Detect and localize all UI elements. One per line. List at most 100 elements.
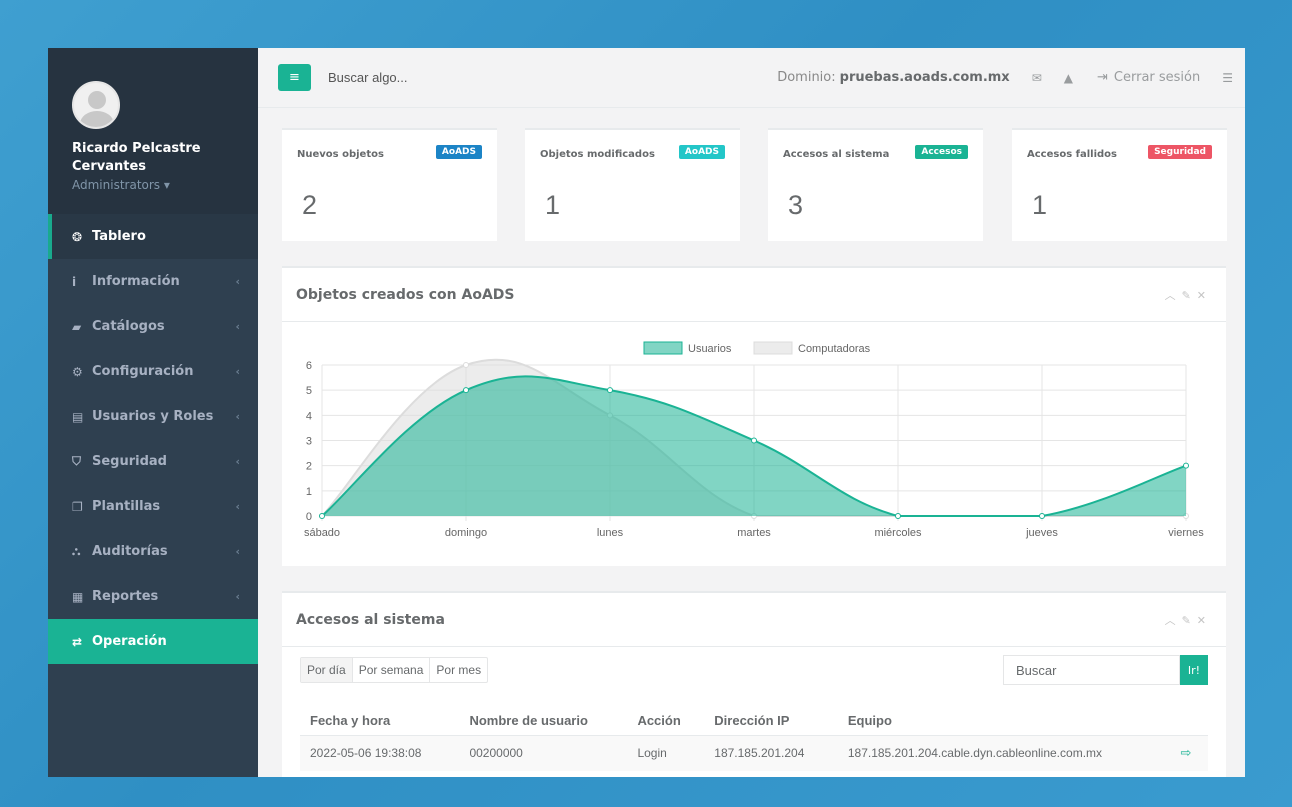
chevron-left-icon: ‹ — [235, 590, 240, 603]
period-month-button[interactable]: Por mes — [429, 658, 487, 682]
sidebar-item-label: Tablero — [92, 229, 146, 244]
sidebar-item-3[interactable]: ⚙ Configuración ‹ — [48, 349, 258, 394]
table-cell: 187.185.201.204 — [704, 734, 838, 771]
y-tick-label: 4 — [306, 410, 312, 422]
file-icon: ▦ — [72, 589, 84, 604]
sidebar-item-1[interactable]: i Información ‹ — [48, 259, 258, 304]
table-cell: Login — [627, 734, 705, 771]
data-point — [895, 513, 901, 519]
x-tick-label: lunes — [597, 527, 624, 539]
sidebar-item-8[interactable]: ▦ Reportes ‹ — [48, 574, 258, 619]
y-tick-label: 5 — [306, 385, 312, 397]
period-selector: Por día Por semana Por mes — [300, 657, 489, 683]
sidebar-item-4[interactable]: ▤ Usuarios y Roles ‹ — [48, 394, 258, 439]
logout-label: Cerrar sesión — [1113, 70, 1201, 85]
sidebar-item-2[interactable]: ▰ Catálogos ‹ — [48, 304, 258, 349]
chevron-left-icon: ‹ — [235, 365, 240, 378]
column-header[interactable]: Fecha y hora — [300, 707, 459, 735]
close-icon[interactable]: ✕ — [1197, 614, 1212, 627]
domain-value: pruebas.aoads.com.mx — [839, 70, 1010, 85]
stat-title: Accesos al sistema — [783, 149, 890, 160]
sidebar-item-label: Reportes — [92, 589, 159, 604]
column-header[interactable]: Acción — [627, 707, 704, 735]
bars-icon: ≡ — [289, 70, 300, 85]
sidebar-item-5[interactable]: ⛉ Seguridad ‹ — [48, 439, 258, 484]
stat-badge: AoADS — [435, 145, 482, 159]
access-panel: Accesos al sistema ︿✎✕ Por día Por seman… — [282, 591, 1226, 777]
logout-button[interactable]: ⇥ Cerrar sesión — [1091, 70, 1200, 85]
table-search-input[interactable]: Buscar — [1003, 655, 1180, 685]
user-role-dropdown[interactable]: Administrators ▾ — [72, 178, 258, 192]
top-search-input[interactable]: Buscar algo... — [328, 70, 408, 85]
column-header[interactable]: Equipo — [838, 707, 1171, 735]
access-table: Fecha y hora Nombre de usuario Acción Direc… — [300, 707, 1208, 771]
binoculars-icon: ⛬ — [72, 544, 81, 558]
table-row[interactable]: 2022-05-06 19:38:08 00200000 Login 187.185.… — [300, 734, 1208, 771]
y-tick-label: 2 — [306, 461, 312, 473]
info-icon: i — [72, 274, 77, 289]
sidebar-item-label: Seguridad — [92, 454, 167, 469]
data-point — [1039, 513, 1045, 519]
chevron-left-icon: ‹ — [235, 410, 240, 423]
collapse-icon[interactable]: ︿ — [1165, 614, 1182, 627]
stat-badge: AoADS — [678, 145, 725, 159]
stat-value: 2 — [302, 190, 318, 220]
period-week-button[interactable]: Por semana — [351, 658, 430, 682]
sidebar-item-0[interactable]: ❂ Tablero — [48, 214, 258, 259]
stat-card: Accesos fallidos Seguridad 1 — [1012, 128, 1227, 241]
sidebar-item-label: Auditorías — [92, 544, 168, 559]
sidebar-item-label: Información — [92, 274, 180, 289]
chevron-left-icon: ‹ — [235, 455, 240, 468]
avatar[interactable] — [72, 81, 120, 129]
stat-value: 1 — [545, 190, 561, 220]
sidebar: Ricardo Pelcastre Cervantes Administrato… — [48, 48, 258, 777]
tasks-icon[interactable]: ☰ — [1222, 71, 1233, 85]
stat-title: Nuevos objetos — [297, 149, 384, 160]
sign-in-icon[interactable]: ⇨ — [1180, 745, 1191, 760]
sidebar-item-7[interactable]: ⛬ Auditorías ‹ — [48, 529, 258, 574]
table-search-button[interactable]: Ir! — [1180, 655, 1208, 685]
exchange-icon: ⇄ — [72, 634, 83, 649]
envelope-icon[interactable]: ✉ — [1032, 71, 1042, 85]
column-header[interactable]: Dirección IP — [704, 707, 838, 735]
sidebar-item-label: Configuración — [92, 364, 194, 379]
wrench-icon[interactable]: ✎ — [1182, 289, 1197, 302]
sidebar-item-label: Catálogos — [92, 319, 165, 334]
stat-value: 3 — [788, 190, 804, 220]
collapse-icon[interactable]: ︿ — [1165, 289, 1182, 302]
x-tick-label: domingo — [445, 527, 487, 539]
x-tick-label: sábado — [304, 527, 340, 539]
sidebar-item-label: Plantillas — [92, 499, 161, 514]
x-tick-label: jueves — [1025, 527, 1058, 539]
column-header[interactable]: Nombre de usuario — [459, 707, 627, 735]
menu-toggle-button[interactable]: ≡ — [278, 64, 311, 91]
sidebar-item-9[interactable]: ⇄ Operación — [48, 619, 258, 664]
book-icon: ▰ — [72, 319, 82, 334]
stat-title: Accesos fallidos — [1027, 149, 1117, 160]
x-tick-label: martes — [737, 527, 771, 539]
stat-card: Nuevos objetos AoADS 2 — [282, 128, 497, 241]
bell-icon[interactable]: ▲ — [1064, 71, 1073, 85]
domain-label: Dominio: — [777, 70, 836, 85]
stat-value: 1 — [1032, 190, 1048, 220]
period-day-button[interactable]: Por día — [301, 658, 352, 682]
area-chart: 0 1 2 3 4 5 6 sábado domingo lunes martes miércoles… — [304, 341, 1204, 539]
y-tick-label: 6 — [306, 360, 312, 372]
copy-icon: ❐ — [72, 499, 83, 514]
wrench-icon[interactable]: ✎ — [1182, 614, 1197, 627]
data-point — [463, 387, 469, 394]
chevron-left-icon: ‹ — [235, 320, 240, 333]
sidebar-item-label: Operación — [92, 634, 167, 649]
table-cell: 2022-05-06 19:38:08 — [300, 734, 460, 771]
legend-label-usuarios: Usuarios — [688, 343, 732, 355]
close-icon[interactable]: ✕ — [1197, 289, 1212, 302]
x-tick-label: viernes — [1168, 527, 1204, 539]
topbar: ≡ Buscar algo... Dominio: pruebas.aoads.… — [258, 48, 1245, 108]
tachometer-icon: ❂ — [72, 229, 83, 244]
sign-out-icon: ⇥ — [1097, 70, 1108, 85]
table-cell: 00200000 — [459, 734, 628, 771]
sidebar-item-6[interactable]: ❐ Plantillas ‹ — [48, 484, 258, 529]
x-tick-label: miércoles — [874, 527, 922, 539]
sidebar-nav: ❂ Tablero i Información ‹ ▰ Catálogos ‹ ⚙ Configu… — [48, 214, 258, 664]
data-point — [607, 387, 613, 394]
